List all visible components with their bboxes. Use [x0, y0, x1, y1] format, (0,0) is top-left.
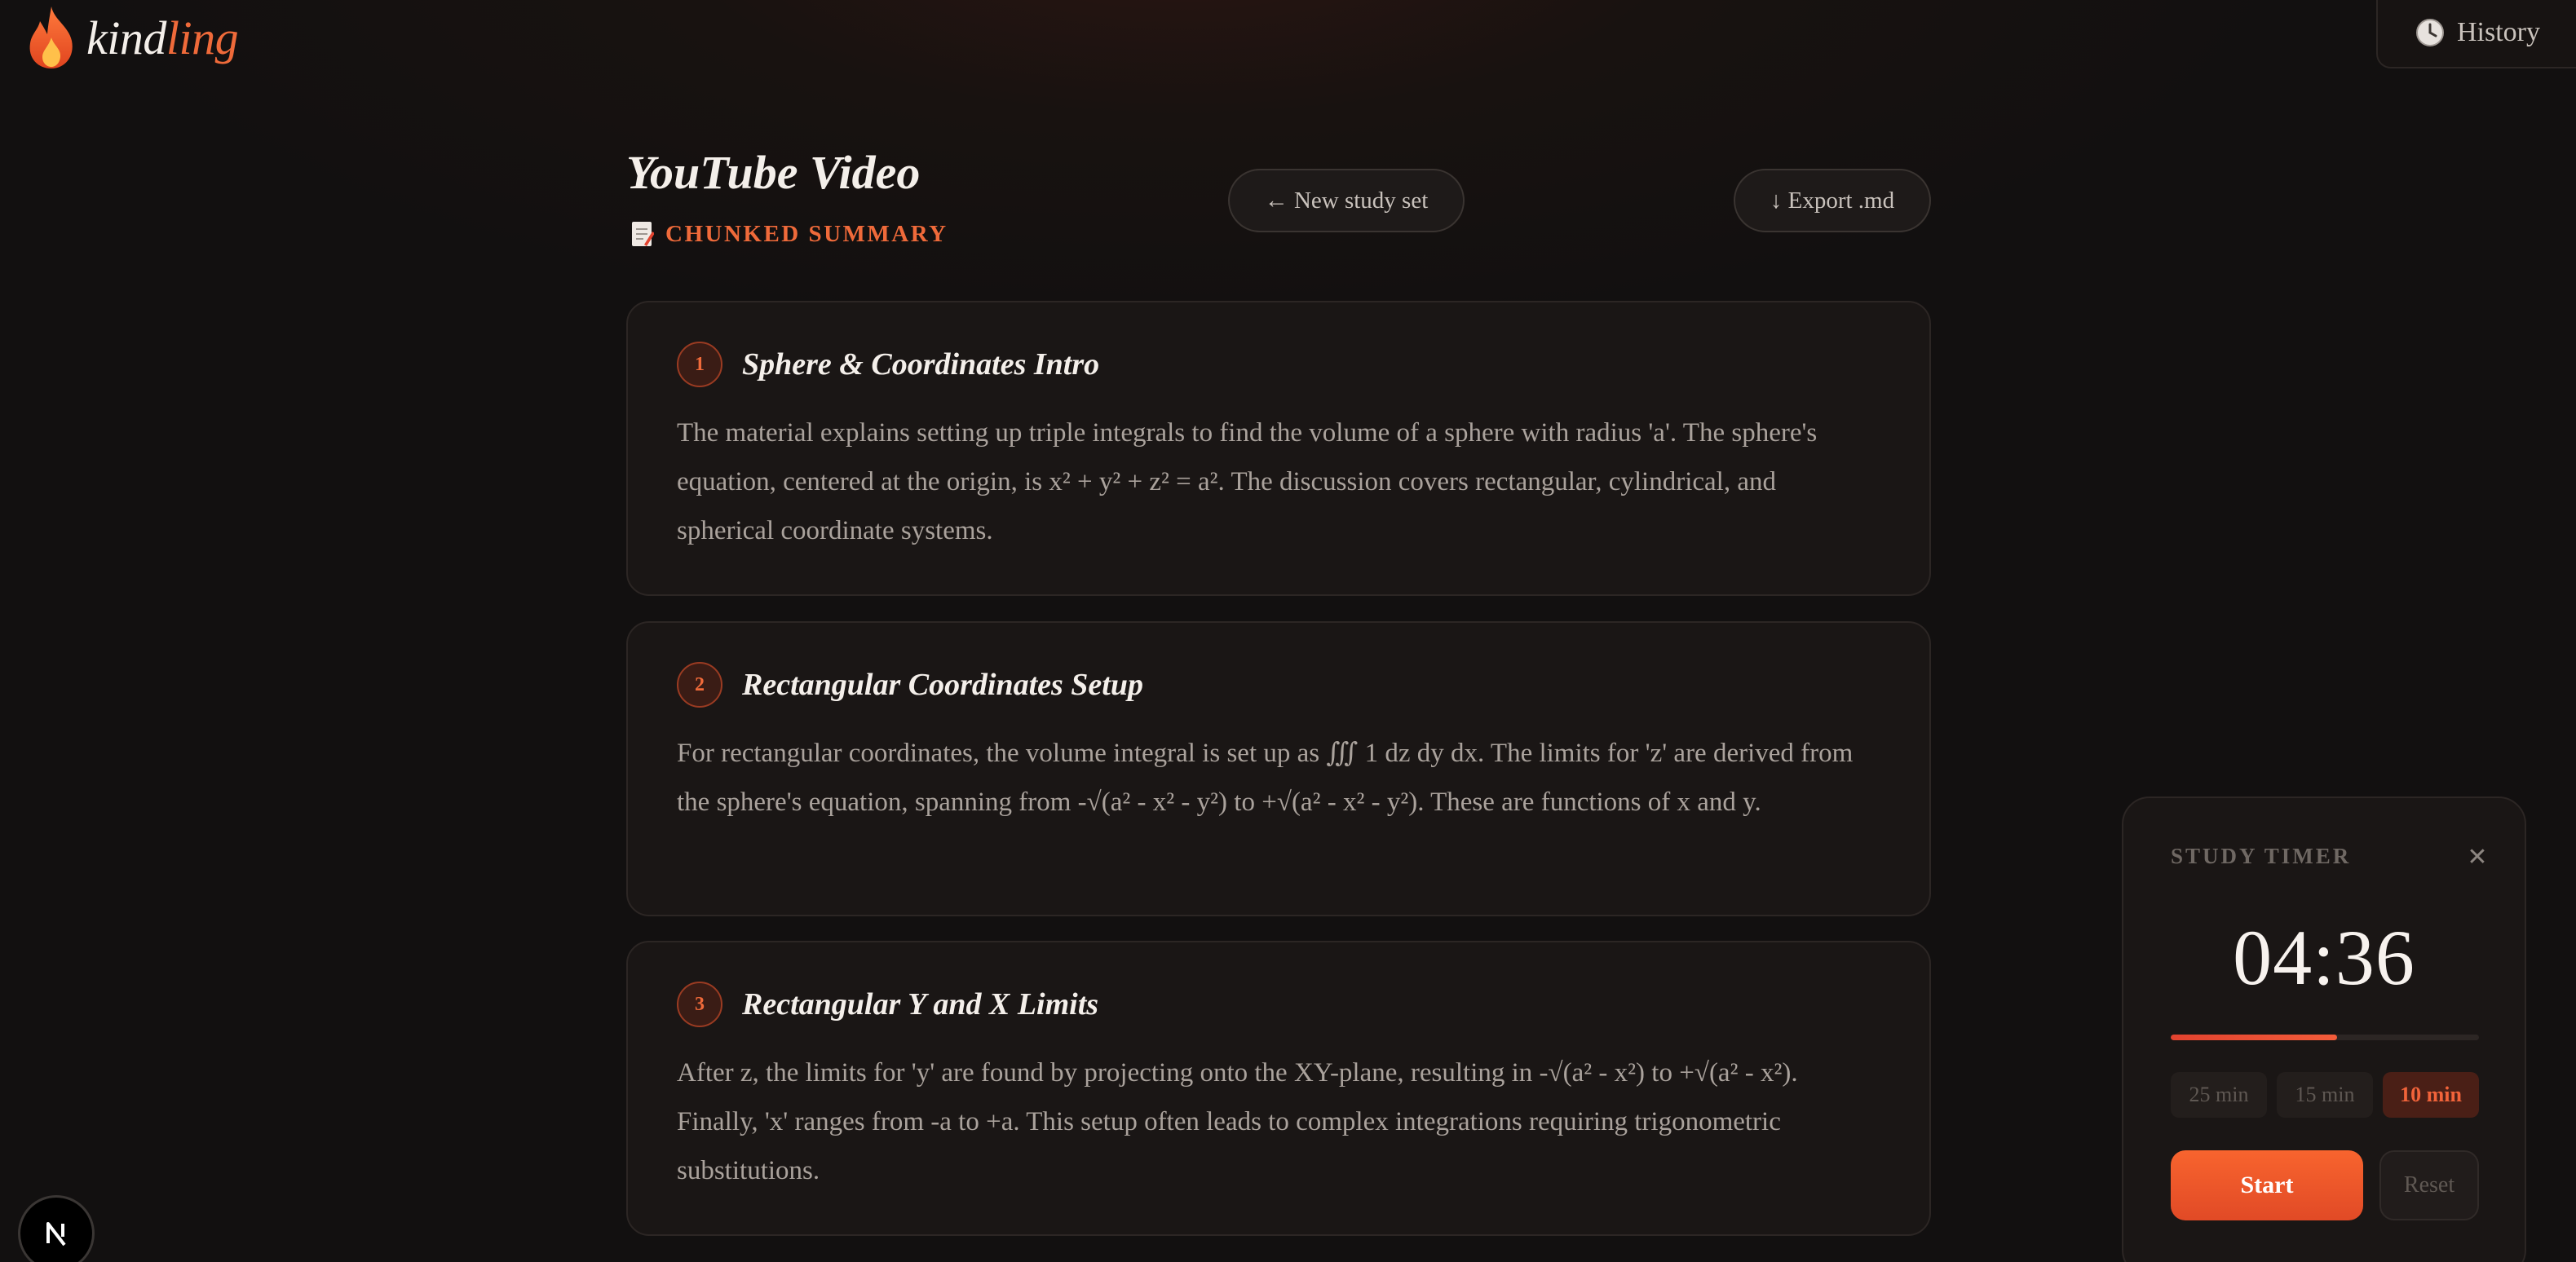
study-timer-panel: STUDY TIMER ✕ 04:36 25 min 15 min 10 min…: [2122, 796, 2526, 1262]
history-label: History: [2457, 17, 2540, 47]
preset-15-min[interactable]: 15 min: [2277, 1072, 2373, 1118]
chunk-number-badge: 1: [677, 342, 722, 387]
close-icon[interactable]: ✕: [2461, 841, 2494, 873]
chunk-number-badge: 2: [677, 662, 722, 708]
timer-display: 04:36: [2233, 914, 2415, 1001]
preset-10-min[interactable]: 10 min: [2383, 1072, 2479, 1118]
next-icon: [46, 1222, 66, 1247]
chunk-title: Sphere & Coordinates Intro: [742, 347, 1100, 382]
summary-card: 2 Rectangular Coordinates Setup For rect…: [626, 621, 1931, 916]
clock-icon: [2416, 19, 2444, 46]
chunk-body: After z, the limits for 'y' are found by…: [677, 1058, 1798, 1185]
chunk-title: Rectangular Coordinates Setup: [742, 668, 1143, 702]
timer-label: STUDY TIMER: [2171, 844, 2352, 868]
card-header: 2 Rectangular Coordinates Setup: [677, 662, 1143, 708]
timer-progress-fill: [2171, 1035, 2338, 1040]
logo-text: kindling: [86, 11, 239, 65]
summary-card: 3 Rectangular Y and X Limits After z, th…: [626, 941, 1931, 1236]
preset-25-min[interactable]: 25 min: [2171, 1072, 2267, 1118]
logo-text-part2: ling: [166, 11, 239, 64]
start-button[interactable]: Start: [2171, 1150, 2363, 1220]
history-button[interactable]: History: [2376, 0, 2576, 68]
new-study-set-button[interactable]: ← New study set: [1228, 169, 1465, 232]
chunk-number-badge: 3: [677, 982, 722, 1027]
app-logo[interactable]: kindling: [24, 5, 239, 70]
chunk-body: For rectangular coordinates, the volume …: [677, 739, 1854, 817]
logo-text-part1: kind: [86, 11, 166, 64]
export-md-button[interactable]: ↓ Export .md: [1734, 169, 1931, 232]
card-header: 1 Sphere & Coordinates Intro: [677, 342, 1099, 387]
nextjs-dev-badge[interactable]: [18, 1195, 95, 1262]
page-title: YouTube Video: [626, 146, 921, 199]
chunk-body: The material explains setting up triple …: [677, 418, 1818, 545]
flame-icon: [29, 7, 73, 68]
subtitle-text: CHUNKED SUMMARY: [665, 220, 948, 247]
reset-button[interactable]: Reset: [2379, 1150, 2479, 1220]
timer-progress-bar: [2171, 1035, 2479, 1040]
card-header: 3 Rectangular Y and X Limits: [677, 982, 1098, 1027]
summary-card: 1 Sphere & Coordinates Intro The materia…: [626, 301, 1931, 596]
memo-icon: [632, 222, 654, 246]
timer-presets: 25 min 15 min 10 min: [2171, 1072, 2479, 1118]
chunk-title: Rectangular Y and X Limits: [742, 987, 1099, 1022]
page-subtitle: CHUNKED SUMMARY: [630, 220, 948, 248]
